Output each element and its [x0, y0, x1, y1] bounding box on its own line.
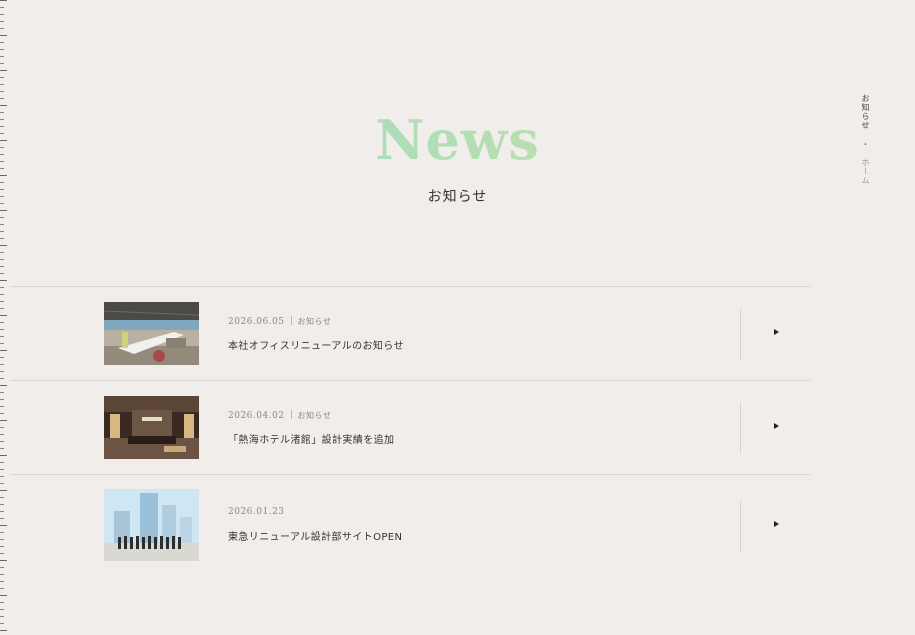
news-item[interactable]: 2026.06.05 お知らせ 本社オフィスリニューアルのお知らせ: [10, 286, 810, 380]
news-item[interactable]: 2026.01.23 東急リニューアル設計部サイトOPEN: [10, 474, 810, 574]
news-arrow-button[interactable]: [740, 403, 810, 453]
news-list: 2026.06.05 お知らせ 本社オフィスリニューアルのお知らせ 2026.0…: [10, 286, 810, 574]
news-date: 2026.04.02: [228, 411, 285, 421]
news-date: 2026.01.23: [228, 507, 285, 517]
news-title: 東急リニューアル設計部サイトOPEN: [228, 532, 403, 543]
news-arrow-button[interactable]: [740, 309, 810, 359]
meta-divider: [290, 410, 292, 419]
news-page: お知らせ ・ ホーム News お知らせ: [0, 0, 915, 635]
news-item[interactable]: 2026.04.02 お知らせ 「熱海ホテル渚館」設計実績を追加: [10, 380, 810, 474]
news-meta: 2026.04.02 お知らせ: [228, 410, 331, 421]
play-arrow-icon: [774, 329, 779, 335]
news-title: 「熱海ホテル渚館」設計実績を追加: [228, 435, 395, 446]
page-title: News: [0, 108, 915, 172]
news-thumbnail-office: [104, 302, 199, 365]
news-meta: 2026.06.05 お知らせ: [228, 316, 331, 327]
play-arrow-icon: [774, 423, 779, 429]
news-thumbnail-hotel: [104, 396, 199, 459]
meta-divider: [290, 316, 292, 325]
play-arrow-icon: [774, 521, 779, 527]
side-ruler: [0, 0, 8, 635]
news-category: お知らせ: [297, 317, 332, 326]
news-meta: 2026.01.23: [228, 507, 285, 517]
page-subtitle: お知らせ: [427, 189, 488, 205]
news-date: 2026.06.05: [228, 317, 285, 327]
news-thumbnail-team: [104, 489, 199, 561]
news-category: お知らせ: [297, 411, 332, 420]
news-arrow-button[interactable]: [740, 501, 810, 551]
news-title: 本社オフィスリニューアルのお知らせ: [228, 341, 404, 352]
